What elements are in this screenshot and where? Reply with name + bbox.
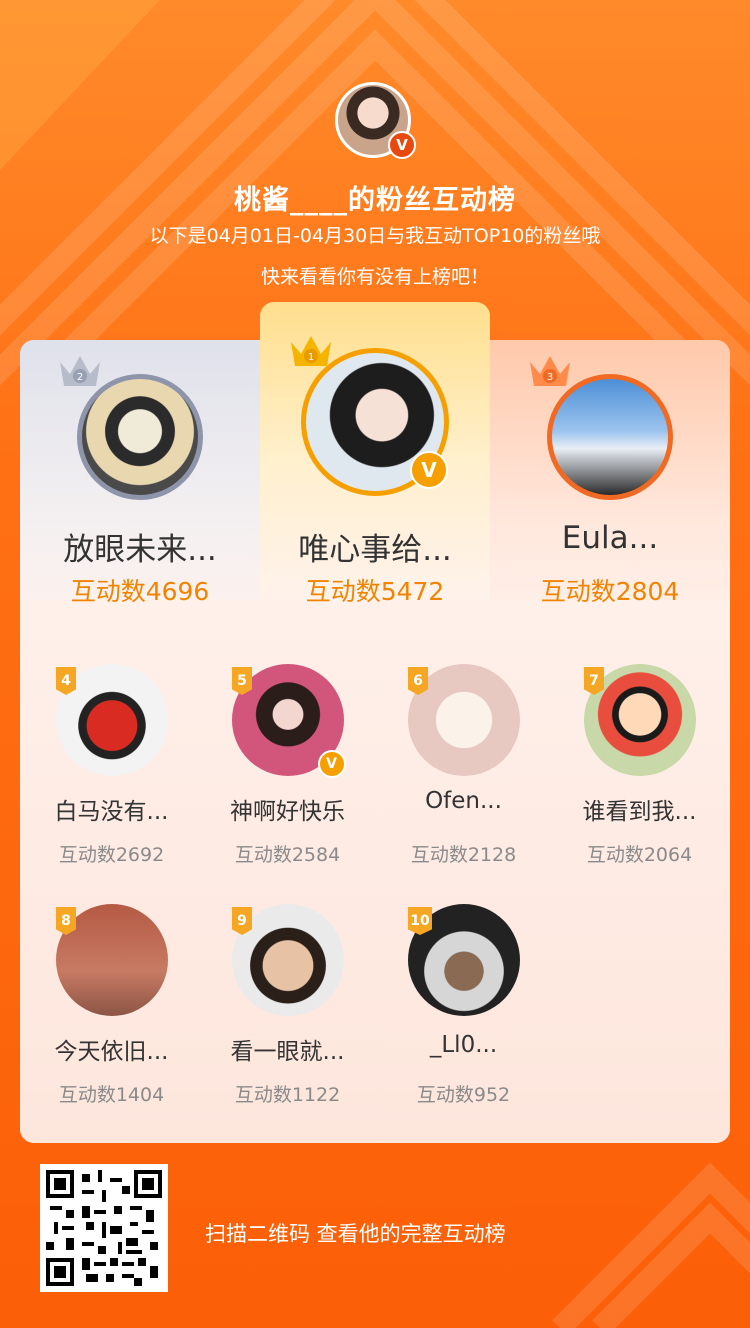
fan-interaction-count: 互动数2128: [410, 844, 517, 866]
streamer-avatar[interactable]: V: [335, 82, 416, 159]
podium-rank-2[interactable]: 2 放眼未来... 互动数4696: [20, 340, 260, 620]
list-item[interactable]: 4 白马没有... 互动数2692: [24, 664, 199, 874]
list-item[interactable]: 9 看一眼就... 互动数1122: [200, 904, 375, 1114]
page-subtitle-2: 快来看看你有没有上榜吧！: [260, 266, 489, 288]
fan-name: 放眼未来...: [63, 532, 217, 568]
rank-badge: 10: [408, 907, 432, 935]
fan-avatar: [547, 374, 673, 500]
list-item[interactable]: 10 _Ll0... 互动数952: [376, 904, 551, 1114]
fan-interaction-count: 互动数2804: [540, 577, 680, 606]
list-item[interactable]: 8 今天依旧... 互动数1404: [24, 904, 199, 1114]
fan-interaction-count: 互动数2064: [586, 844, 693, 866]
svg-text:3: 3: [547, 372, 553, 383]
rank-badge: 7: [584, 667, 604, 695]
fan-avatar: V: [301, 348, 449, 496]
crown-icon: 1: [291, 336, 331, 366]
fan-name: 今天依旧...: [54, 1039, 169, 1065]
qr-code[interactable]: [40, 1164, 168, 1292]
fan-interaction-count: 互动数4696: [70, 577, 210, 606]
fan-name: Eula...: [561, 520, 659, 556]
fan-avatar: [77, 374, 203, 500]
verified-icon: V: [410, 451, 448, 489]
rank-badge: 9: [232, 907, 252, 935]
list-item[interactable]: V 5 神啊好快乐 互动数2584: [200, 664, 375, 874]
fan-name: 白马没有...: [54, 799, 169, 825]
fan-name: 谁看到我...: [582, 799, 697, 825]
fan-interaction-count: 互动数2584: [234, 844, 341, 866]
page-title: 桃酱____的粉丝互动榜: [234, 185, 516, 216]
fan-name: 唯心事给...: [298, 532, 452, 568]
fan-name: Ofen...: [425, 788, 502, 814]
svg-text:1: 1: [308, 352, 314, 363]
crown-icon: 3: [530, 356, 570, 386]
qr-caption: 扫描二维码 查看他的完整互动榜: [205, 1222, 506, 1246]
fan-name: 看一眼就...: [230, 1039, 345, 1065]
podium-rank-3[interactable]: 3 Eula... 互动数2804: [490, 340, 730, 620]
page-subtitle: 以下是04月01日-04月30日与我互动TOP10的粉丝哦: [149, 225, 601, 247]
fan-interaction-count: 互动数1122: [234, 1084, 341, 1106]
crown-icon: 2: [60, 356, 100, 386]
fan-interaction-count: 互动数5472: [305, 577, 445, 606]
rank-badge: 5: [232, 667, 252, 695]
fan-name: _Ll0...: [429, 1032, 498, 1058]
fan-interaction-count: 互动数952: [416, 1084, 511, 1106]
qr-code-icon: [46, 1170, 162, 1286]
fan-name: 神啊好快乐: [230, 799, 345, 825]
list-item[interactable]: 6 Ofen... 互动数2128: [376, 664, 551, 874]
list-item[interactable]: 7 谁看到我... 互动数2064: [552, 664, 727, 874]
rank-badge: 4: [56, 667, 76, 695]
rank-badge: 8: [56, 907, 76, 935]
verified-icon: V: [388, 131, 416, 159]
verified-icon: V: [317, 750, 346, 778]
podium-rank-1[interactable]: 1 V 唯心事给... 互动数5472: [255, 336, 495, 620]
fan-interaction-count: 互动数2692: [58, 844, 165, 866]
svg-text:2: 2: [77, 372, 83, 383]
fan-interaction-count: 互动数1404: [58, 1084, 165, 1106]
rank-badge: 6: [408, 667, 428, 695]
